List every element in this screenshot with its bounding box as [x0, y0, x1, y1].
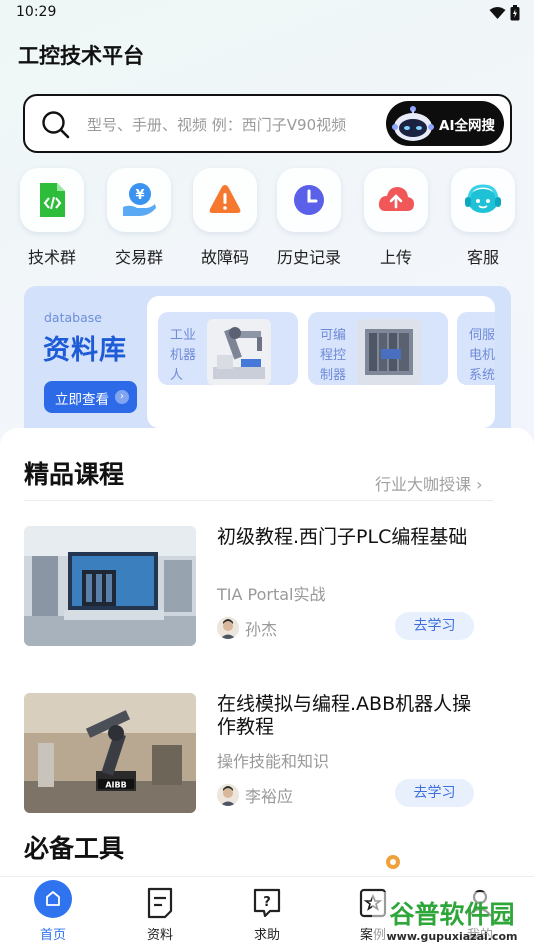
database-card-servo[interactable]: 伺服电机系统 — [457, 312, 495, 385]
quick-action-label: 技术群 — [27, 248, 76, 267]
course-thumbnail — [24, 526, 196, 646]
courses-more-link[interactable]: 行业大咖授课 › — [375, 471, 483, 495]
svg-text:?: ? — [263, 895, 271, 910]
database-card-robot[interactable]: 工业机器人 — [158, 312, 298, 385]
quick-action-tech-group[interactable]: 技术群 — [19, 168, 85, 268]
quick-action-label: 历史记录 — [276, 248, 341, 267]
quick-action-trade-group[interactable]: ¥ 交易群 — [106, 168, 172, 268]
cloud-upload-icon — [378, 187, 414, 211]
database-card-label: 可编程控制器 — [320, 328, 347, 383]
author-name: 孙杰 — [245, 620, 278, 639]
search-input[interactable]: 型号、手册、视频 例：西门子V90视频 — [87, 114, 346, 135]
go-learn-button[interactable]: 去学习 — [395, 612, 474, 640]
course-card-abb[interactable]: AIBB 在线模拟与编程.ABB机器人操作教程 操作技能和知识 李裕应 去学习 — [24, 693, 494, 815]
quick-tile: ¥ — [107, 168, 171, 232]
database-card-plc[interactable]: 可编程控制器 — [308, 312, 448, 385]
quick-action-label: 上传 — [379, 248, 412, 267]
database-eng-label: database — [44, 310, 102, 325]
status-time: 10:29 — [16, 4, 57, 20]
yuan-hand-icon: ¥ — [123, 183, 156, 216]
nav-help[interactable]: ? 求助 — [227, 877, 307, 950]
quick-tile — [277, 168, 341, 232]
author-name: 李裕应 — [245, 787, 294, 806]
course-card-plc[interactable]: 初级教程.西门子PLC编程基础 TIA Portal实战 孙杰 去学习 — [24, 526, 494, 648]
course-author: 孙杰 — [217, 616, 277, 640]
quick-action-upload[interactable]: 上传 — [363, 168, 429, 268]
ai-search-label: AI全网搜 — [439, 118, 495, 134]
svg-text:AIBB: AIBB — [105, 781, 126, 790]
battery-icon — [510, 5, 520, 21]
quick-action-customer-service[interactable]: 客服 — [450, 168, 516, 268]
quick-action-fault-code[interactable]: 故障码 — [192, 168, 258, 268]
avatar — [217, 784, 239, 806]
document-icon — [147, 887, 173, 919]
status-icons — [489, 5, 520, 21]
nav-label: 求助 — [253, 928, 280, 943]
chevron-right-icon: › — [115, 390, 129, 404]
quick-tile — [20, 168, 84, 232]
database-title: 资料库 — [43, 335, 127, 366]
clock-icon — [294, 185, 324, 215]
quick-action-label: 客服 — [466, 248, 499, 267]
course-title: 在线模拟与编程.ABB机器人操作教程 — [217, 693, 472, 738]
quick-action-history[interactable]: 历史记录 — [276, 168, 342, 268]
svg-text:¥: ¥ — [135, 188, 144, 203]
nav-home[interactable]: 首页 — [13, 877, 93, 950]
code-file-icon — [40, 183, 65, 217]
robot-icon — [392, 106, 434, 141]
course-title: 初级教程.西门子PLC编程基础 — [217, 526, 468, 548]
course-subtitle: TIA Portal实战 — [217, 585, 326, 604]
ai-search-button[interactable]: AI全网搜 — [386, 101, 504, 146]
watermark-logo: 谷普软件园 www.gupuxiazai.com — [372, 892, 532, 948]
database-card-label: 工业机器人 — [170, 328, 197, 383]
divider — [24, 500, 493, 501]
go-learn-button[interactable]: 去学习 — [395, 779, 474, 807]
database-card-label: 伺服电机系统 — [469, 328, 495, 383]
nav-label: 资料 — [146, 928, 173, 943]
tools-section-title: 必备工具 — [24, 834, 125, 863]
courses-section-title: 精品课程 — [24, 460, 125, 489]
search-box[interactable]: 型号、手册、视频 例：西门子V90视频 AI全网搜 — [23, 94, 512, 153]
app-title: 工控技术平台 — [18, 44, 144, 68]
quick-tile — [451, 168, 515, 232]
watermark-url: www.gupuxiazai.com — [387, 930, 518, 943]
quick-action-label: 故障码 — [200, 248, 249, 267]
view-now-label: 立即查看 — [55, 392, 109, 408]
avatar — [217, 617, 239, 639]
robot-arm-image — [207, 319, 271, 385]
plc-image — [357, 319, 421, 385]
home-icon — [34, 880, 72, 918]
watermark-text: 谷普软件园 — [389, 900, 514, 929]
status-bar: 10:29 — [0, 0, 534, 28]
wifi-icon — [489, 7, 506, 19]
database-panel: database 资料库 立即查看 › 工业机器人 可编程控制器 伺服电机系统 — [24, 286, 511, 439]
search-icon — [42, 111, 70, 139]
view-now-button[interactable]: 立即查看 › — [44, 381, 137, 413]
database-cards: 工业机器人 可编程控制器 伺服电机系统 — [147, 296, 495, 428]
help-icon: ? — [253, 888, 281, 918]
headset-icon — [465, 184, 501, 213]
quick-tile — [364, 168, 428, 232]
nav-label: 首页 — [39, 928, 66, 943]
course-author: 李裕应 — [217, 783, 293, 807]
quick-action-label: 交易群 — [114, 248, 163, 267]
quick-tile — [193, 168, 257, 232]
nav-materials[interactable]: 资料 — [120, 877, 200, 950]
content-sheet — [0, 428, 534, 888]
course-subtitle: 操作技能和知识 — [217, 752, 330, 771]
gear-sticker-icon — [386, 855, 400, 869]
warning-icon — [209, 185, 241, 213]
course-thumbnail: AIBB — [24, 693, 196, 813]
